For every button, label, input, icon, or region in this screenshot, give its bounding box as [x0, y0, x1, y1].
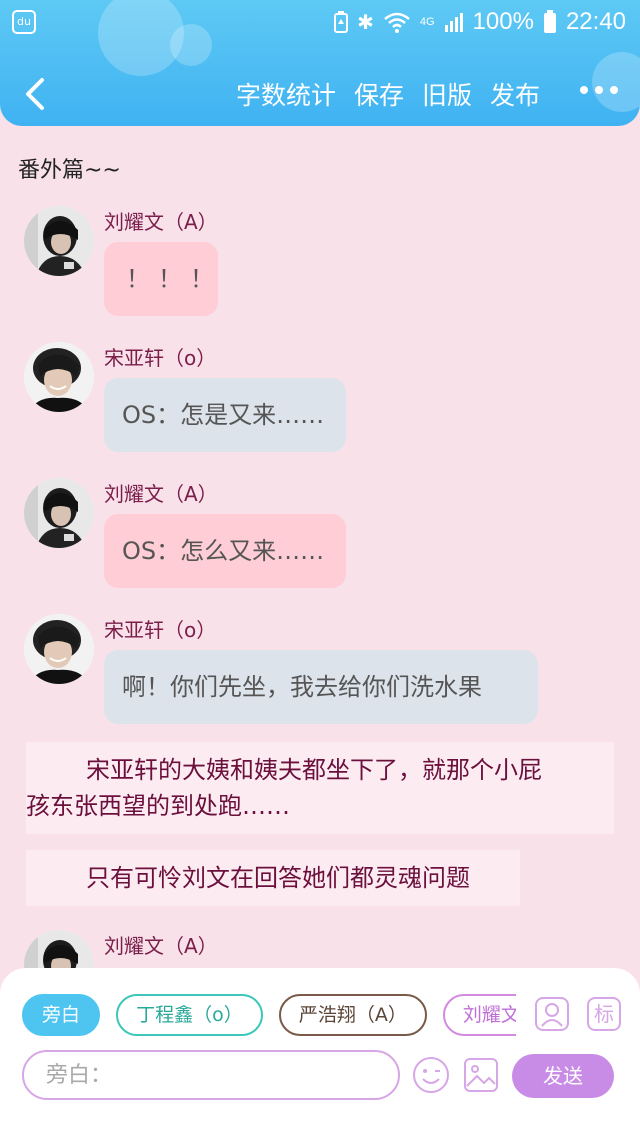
message-bubble[interactable]: ！！！ — [104, 242, 218, 316]
emoji-button[interactable] — [412, 1056, 450, 1094]
tag-label: 标 — [594, 1002, 614, 1026]
narration-line: 孩东张西望的到处跑…… — [26, 792, 290, 820]
character-chip[interactable]: 严浩翔（A） — [278, 994, 427, 1036]
story-content[interactable]: 番外篇~~ 刘耀文（A） ！！！ 宋亚轩（o） OS：怎是又来…… 刘耀文（A）… — [0, 126, 640, 971]
narration-line: 只有可怜刘文在回答她们都灵魂问题 — [86, 864, 470, 892]
word-count-button[interactable]: 字数统计 — [236, 76, 336, 112]
baidu-app-icon: du — [12, 10, 36, 34]
image-icon — [464, 1058, 498, 1092]
avatar-image — [24, 614, 94, 684]
message-bubble[interactable]: 啊！你们先坐，我去给你们洗水果 — [104, 650, 538, 724]
more-dot-icon — [580, 86, 588, 94]
avatar[interactable] — [24, 930, 94, 971]
nav-actions: 字数统计 保存 旧版 发布 — [236, 76, 540, 112]
narration-block[interactable]: 宋亚轩的大姨和姨夫都坐下了，就那个小屁 孩东张西望的到处跑…… — [26, 742, 614, 834]
signal-icon — [444, 13, 463, 32]
narration-line: 宋亚轩的大姨和姨夫都坐下了，就那个小屁 — [86, 756, 542, 784]
chevron-left-icon — [26, 78, 44, 110]
image-upload-button[interactable] — [462, 1056, 500, 1094]
avatar-image — [24, 342, 94, 412]
chat-message[interactable]: 宋亚轩（o） 啊！你们先坐，我去给你们洗水果 — [24, 614, 624, 726]
chat-message[interactable]: 刘耀文（A） OS：怎么又来…… — [24, 478, 624, 590]
chapter-title: 番外篇~~ — [18, 158, 121, 183]
sender-name: 刘耀文（A） — [104, 210, 218, 234]
avatar[interactable] — [24, 614, 94, 684]
more-options-button[interactable] — [580, 86, 618, 94]
character-manage-button[interactable] — [534, 996, 570, 1032]
chat-message[interactable]: 宋亚轩（o） OS：怎是又来…… — [24, 342, 624, 454]
old-version-button[interactable]: 旧版 — [422, 76, 472, 112]
sender-name: 刘耀文（A） — [104, 482, 218, 506]
message-input[interactable] — [46, 1052, 398, 1098]
message-bubble[interactable]: OS：怎么又来…… — [104, 514, 346, 588]
character-chip[interactable]: 刘耀文（A） — [442, 994, 516, 1036]
clock-time: 22:40 — [565, 8, 626, 35]
send-button[interactable]: 发送 — [512, 1054, 614, 1098]
avatar-image — [24, 206, 94, 276]
battery-saver-icon — [334, 11, 349, 33]
battery-icon — [543, 10, 556, 33]
bluetooth-icon: ✱ — [357, 11, 374, 34]
chat-message[interactable]: 刘耀文（A） ！！！ — [24, 206, 624, 318]
tag-button[interactable]: 标 — [586, 996, 622, 1032]
app-header: du ✱ 4G 100% 22:40 字数统计 保存 旧版 发布 — [0, 0, 640, 126]
character-chip[interactable]: 丁程鑫（o） — [116, 994, 263, 1036]
back-button[interactable] — [18, 72, 54, 116]
sender-name: 宋亚轩（o） — [104, 618, 217, 642]
publish-button[interactable]: 发布 — [490, 76, 540, 112]
navigation-bar: 字数统计 保存 旧版 发布 — [0, 66, 640, 122]
status-indicators: ✱ 4G 100% 22:40 — [334, 6, 626, 38]
avatar[interactable] — [24, 206, 94, 276]
wifi-icon — [384, 12, 410, 33]
character-selector[interactable]: 旁白 丁程鑫（o） 严浩翔（A） 刘耀文（A） — [22, 994, 516, 1036]
narration-block[interactable]: 只有可怜刘文在回答她们都灵魂问题 — [26, 850, 520, 906]
more-dot-icon — [610, 86, 618, 94]
more-dot-icon — [595, 86, 603, 94]
avatar-image — [24, 930, 94, 971]
battery-percent: 100% — [472, 8, 534, 35]
chat-message[interactable]: 刘耀文（A） — [24, 930, 624, 971]
message-input-wrapper — [22, 1050, 400, 1100]
sender-name: 刘耀文（A） — [104, 934, 218, 958]
avatar[interactable] — [24, 478, 94, 548]
compose-panel: 旁白 丁程鑫（o） 严浩翔（A） 刘耀文（A） 标 — [0, 968, 640, 1104]
message-bubble[interactable]: OS：怎是又来…… — [104, 378, 346, 452]
avatar-image — [24, 478, 94, 548]
bottom-strip — [0, 1104, 640, 1138]
avatar[interactable] — [24, 342, 94, 412]
status-bar: du ✱ 4G 100% 22:40 — [0, 0, 640, 44]
sender-name: 宋亚轩（o） — [104, 346, 217, 370]
save-button[interactable]: 保存 — [354, 76, 404, 112]
smiley-icon — [413, 1057, 449, 1093]
person-card-icon — [535, 997, 569, 1031]
character-chip-narrator[interactable]: 旁白 — [22, 994, 101, 1036]
network-type-label: 4G — [419, 15, 435, 28]
